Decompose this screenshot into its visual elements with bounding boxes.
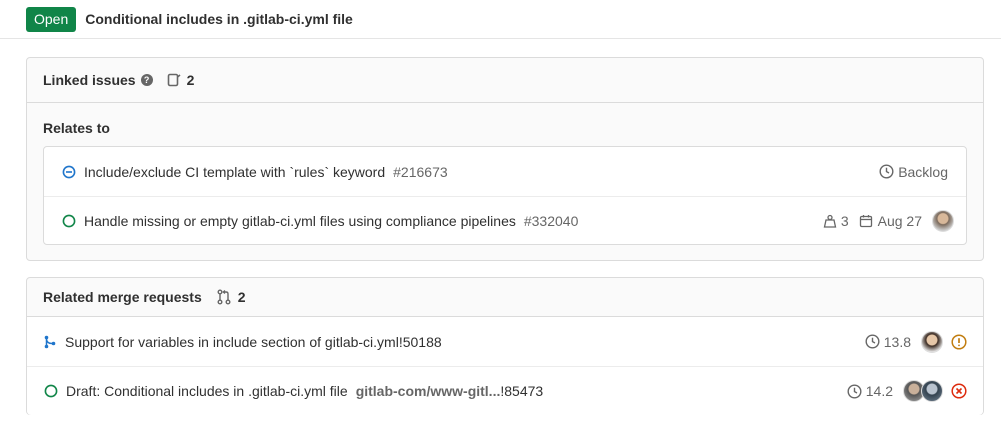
- weight-value: 3: [840, 213, 849, 229]
- failed-icon[interactable]: [951, 383, 967, 399]
- mr-reference: !50188: [398, 333, 442, 350]
- linked-issues-title: Linked issues: [43, 72, 136, 88]
- linked-issues-list: Include/exclude CI template with `rules`…: [43, 146, 967, 245]
- list-item[interactable]: Draft: Conditional includes in .gitlab-c…: [27, 366, 983, 415]
- weight-icon: [823, 214, 837, 228]
- milestone-label[interactable]: 13.8: [884, 334, 911, 350]
- mr-title-link[interactable]: Support for variables in include section…: [65, 334, 399, 350]
- warning-icon[interactable]: [951, 333, 967, 350]
- issue-title-link[interactable]: Include/exclude CI template with `rules`…: [84, 164, 385, 180]
- issue-header: Open Conditional includes in .gitlab-ci.…: [0, 0, 1001, 39]
- clock-icon: [879, 164, 894, 179]
- author-avatar[interactable]: [921, 330, 943, 353]
- issue-meta: 3 Aug 27: [823, 197, 954, 245]
- help-icon[interactable]: ?: [140, 74, 153, 86]
- list-item[interactable]: Handle missing or empty gitlab-ci.yml fi…: [44, 196, 966, 245]
- issue-reference: #332040: [523, 213, 579, 229]
- mr-title-link[interactable]: Draft: Conditional includes in .gitlab-c…: [66, 383, 348, 399]
- related-mrs-count: 2: [237, 289, 246, 305]
- mr-meta: 14.2: [847, 367, 967, 415]
- mr-open-icon: [44, 384, 58, 398]
- author-avatar[interactable]: [921, 380, 943, 402]
- issue-title: Conditional includes in .gitlab-ci.yml f…: [85, 11, 353, 27]
- status-badge: Open: [26, 6, 77, 32]
- mr-reference: !85473: [500, 383, 544, 399]
- milestone-label[interactable]: 14.2: [866, 383, 893, 399]
- issue-open-icon: [62, 214, 76, 228]
- issue-meta: Backlog: [879, 147, 948, 196]
- related-mrs-title: Related merge requests: [43, 289, 202, 305]
- issues-count-icon: [167, 73, 181, 87]
- milestone-label[interactable]: Backlog: [898, 164, 948, 180]
- linked-issues-count: 2: [186, 72, 195, 88]
- calendar-icon: [859, 214, 873, 228]
- clock-icon: [847, 383, 862, 399]
- merge-request-count-icon: [216, 289, 232, 305]
- merge-request-icon: [43, 335, 57, 349]
- due-date: Aug 27: [877, 213, 922, 229]
- issue-blocked-icon: [62, 165, 76, 179]
- related-merge-requests-card: Related merge requests 2 Support for var…: [26, 277, 984, 415]
- assignee-avatar[interactable]: [932, 210, 954, 232]
- linked-issues-header: Linked issues ? 2: [27, 58, 983, 103]
- related-mrs-list: Support for variables in include section…: [27, 317, 983, 415]
- issue-reference: #216673: [393, 163, 448, 180]
- mr-meta: 13.8: [865, 317, 967, 366]
- related-mrs-header: Related merge requests 2: [27, 278, 983, 317]
- project-path[interactable]: gitlab-com/www-gitl...: [356, 383, 501, 399]
- relates-to-heading: Relates to: [43, 120, 110, 136]
- issue-title-link[interactable]: Handle missing or empty gitlab-ci.yml fi…: [84, 213, 516, 229]
- list-item[interactable]: Support for variables in include section…: [27, 317, 983, 366]
- clock-icon: [865, 334, 880, 349]
- list-item[interactable]: Include/exclude CI template with `rules`…: [44, 147, 966, 196]
- linked-issues-card: Linked issues ? 2 Relates to Include/exc…: [26, 57, 984, 261]
